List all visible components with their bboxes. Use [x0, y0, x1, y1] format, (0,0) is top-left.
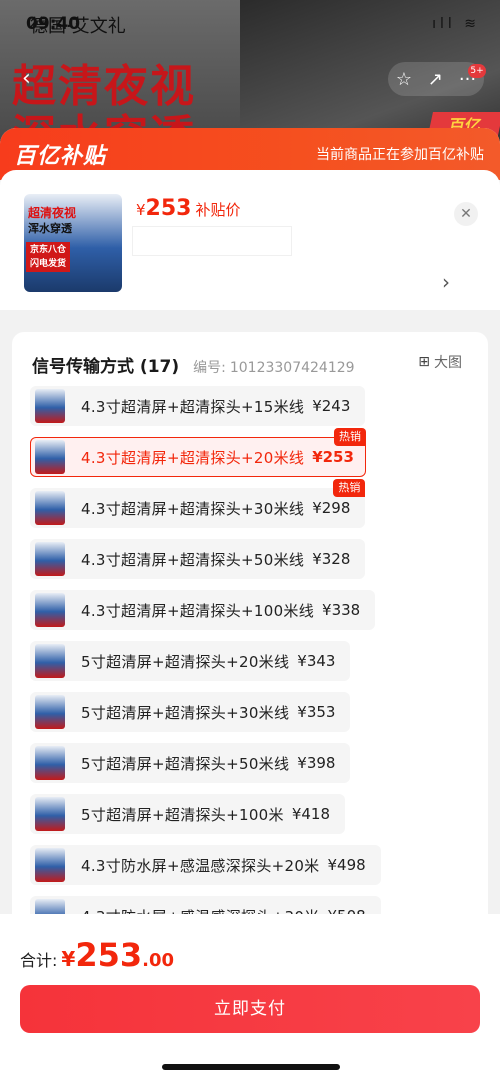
view-large-button[interactable]: ⊞ 大图 [418, 352, 462, 372]
product-info-box [132, 226, 292, 256]
option-price: ¥418 [291, 805, 330, 823]
spec-option[interactable]: 5寸超清屏+超清探头+100米 ¥418 [30, 794, 345, 834]
option-thumbnail [35, 440, 65, 474]
option-price: ¥338 [322, 601, 361, 619]
option-price: ¥328 [312, 550, 351, 568]
star-icon[interactable]: ☆ [396, 69, 412, 90]
option-label: 5寸超清屏+超清探头+30米线 [81, 703, 290, 722]
option-price: ¥498 [327, 856, 366, 874]
option-price: ¥353 [297, 703, 336, 721]
hot-sale-badge: 热销 [333, 479, 366, 497]
thumb-badge: 京东八仓 闪电发货 [26, 242, 70, 272]
spec-code-label: 编号: [193, 360, 226, 376]
total-integer: 253 [75, 936, 143, 974]
spec-option[interactable]: 5寸超清屏+超清探头+20米线 ¥343 [30, 641, 351, 681]
spec-option[interactable]: 5寸超清屏+超清探头+50米线 ¥398 [30, 743, 351, 783]
option-price: ¥243 [312, 397, 351, 415]
spec-header: 信号传输方式 (17) 编号: 10123307424129 [32, 352, 355, 377]
spec-option[interactable]: 4.3寸防水屏+感温感深探头+20米 ¥498 [30, 845, 381, 885]
option-label: 4.3寸超清屏+超清探头+100米线 [81, 601, 315, 620]
subsidy-logo: 百亿补贴 [14, 144, 107, 169]
option-thumbnail [35, 491, 65, 525]
option-label: 5寸超清屏+超清探头+100米 [81, 805, 284, 824]
option-thumbnail [35, 644, 65, 678]
share-icon[interactable]: ↗ [428, 69, 443, 90]
thumb-text-1: 超清夜视 [28, 206, 77, 220]
checkout-footer: 合计: ¥ 253 .00 立即支付 [0, 914, 500, 1082]
price-label: 补贴价 [195, 201, 241, 219]
spec-option[interactable]: 4.3寸超清屏+超清探头+50米线 ¥328 [30, 539, 366, 579]
product-thumbnail[interactable]: 超清夜视 浑水穿透 京东八仓 闪电发货 [24, 194, 122, 292]
option-label: 5寸超清屏+超清探头+20米线 [81, 652, 290, 671]
spec-title: 信号传输方式 (17) [32, 357, 180, 377]
subsidy-notice: 当前商品正在参加百亿补贴 [316, 147, 484, 163]
spec-option[interactable]: 5寸超清屏+超清探头+30米线 ¥353 [30, 692, 351, 732]
purchase-sheet: 百亿补贴 当前商品正在参加百亿补贴 超清夜视 浑水穿透 京东八仓 闪电发货 ¥2… [0, 128, 500, 1082]
total-decimal: .00 [142, 950, 175, 971]
spec-option[interactable]: 4.3寸超清屏+超清探头+30米线 ¥298 热销 [30, 479, 366, 528]
status-time: 09:40 [26, 14, 81, 34]
total-label: 合计: [20, 951, 58, 970]
hot-sale-badge: 热销 [334, 428, 366, 446]
option-thumbnail [35, 797, 65, 831]
spec-selector: 信号传输方式 (17) 编号: 10123307424129 ⊞ 大图 4.3寸… [12, 332, 488, 932]
option-label: 4.3寸防水屏+感温感深探头+20米 [81, 856, 320, 875]
close-icon[interactable]: ✕ [454, 202, 478, 226]
product-price: ¥253 补贴价 [136, 196, 241, 221]
product-summary-card: 超清夜视 浑水穿透 京东八仓 闪电发货 ¥253 补贴价 ✕ › [0, 170, 500, 310]
message-count-badge: 5+ [468, 64, 486, 78]
grid-icon: ⊞ [418, 354, 430, 370]
spec-option[interactable]: 4.3寸超清屏+超清探头+20米线 ¥253 热销 [30, 428, 366, 477]
option-price: ¥398 [297, 754, 336, 772]
background-product-page: 德国·艾文礼 09:40 ıll ≋ 超清夜视 深水穿透 ‹ ☆ ↗ ··· 5… [0, 0, 500, 140]
back-icon[interactable]: ‹ [22, 66, 31, 91]
option-price: ¥343 [297, 652, 336, 670]
thumb-text-2: 浑水穿透 [28, 222, 72, 235]
view-large-label: 大图 [434, 355, 462, 371]
spec-code-value: 10123307424129 [229, 360, 355, 376]
option-price: ¥298 [312, 499, 351, 517]
option-thumbnail [35, 848, 65, 882]
spec-option[interactable]: 4.3寸超清屏+超清探头+100米线 ¥338 [30, 590, 376, 630]
option-label: 4.3寸超清屏+超清探头+15米线 [81, 397, 305, 416]
total-amount: 合计: ¥ 253 .00 [20, 936, 174, 974]
option-label: 4.3寸超清屏+超清探头+50米线 [81, 550, 305, 569]
price-value: 253 [145, 196, 192, 221]
total-currency: ¥ [61, 947, 76, 971]
option-price: ¥253 [312, 448, 354, 466]
option-label: 4.3寸超清屏+超清探头+30米线 [81, 499, 305, 518]
option-label: 5寸超清屏+超清探头+50米线 [81, 754, 290, 773]
option-thumbnail [35, 542, 65, 576]
chevron-right-icon[interactable]: › [442, 270, 450, 294]
option-thumbnail [35, 695, 65, 729]
option-thumbnail [35, 389, 65, 423]
status-icons: ıll ≋ [432, 16, 480, 32]
option-label: 4.3寸超清屏+超清探头+20米线 [81, 448, 305, 467]
option-thumbnail [35, 593, 65, 627]
pay-now-button[interactable]: 立即支付 [20, 985, 480, 1033]
price-symbol: ¥ [136, 201, 146, 219]
spec-option[interactable]: 4.3寸超清屏+超清探头+15米线 ¥243 [30, 386, 366, 426]
option-thumbnail [35, 746, 65, 780]
home-indicator [162, 1064, 340, 1070]
